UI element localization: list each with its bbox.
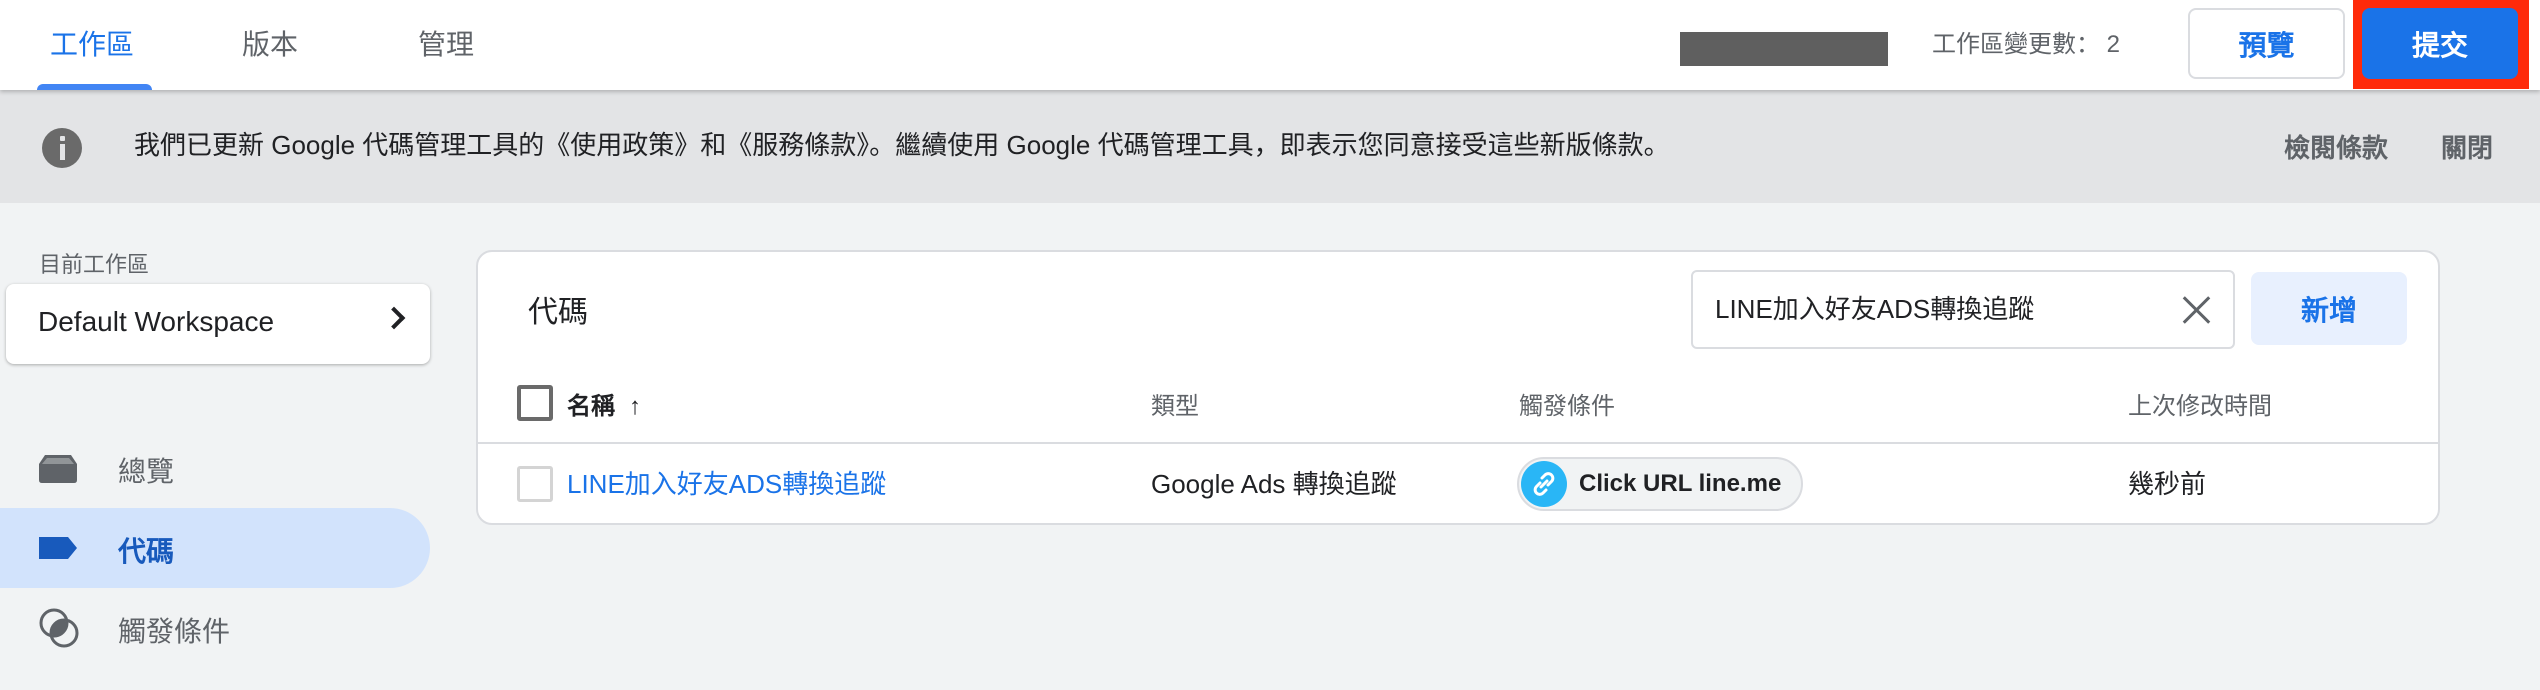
workspace-changes-count: 2 [2106, 31, 2121, 58]
tag-icon [39, 537, 77, 559]
banner-message: 我們已更新 Google 代碼管理工具的《使用政策》和《服務條款》。繼續使用 G… [134, 130, 1670, 160]
sidebar-item-overview[interactable]: 總覽 [0, 428, 430, 508]
trigger-chip-label: Click URL line.me [1579, 470, 1782, 497]
workspace-name: Default Workspace [38, 306, 275, 337]
column-header-name-label: 名稱 [567, 393, 615, 420]
sidebar-item-triggers[interactable]: 觸發條件 [0, 588, 430, 668]
page-title: 代碼 [528, 296, 588, 329]
close-icon[interactable] [2181, 294, 2213, 326]
trigger-chip[interactable]: Click URL line.me [1517, 457, 1803, 511]
tab-versions[interactable]: 版本 [242, 0, 298, 90]
row-checkbox[interactable] [517, 466, 553, 502]
column-header-type[interactable]: 類型 [1151, 387, 1199, 427]
active-tab-indicator [37, 84, 152, 90]
link-icon [1521, 461, 1567, 507]
search-field[interactable] [1691, 270, 2235, 349]
review-terms-link[interactable]: 檢閱條款 [2284, 128, 2388, 168]
tag-name-link[interactable]: LINE加入好友ADS轉換追蹤 [567, 464, 886, 504]
preview-button[interactable]: 預覽 [2188, 8, 2345, 79]
sidebar-item-label: 代碼 [118, 536, 175, 567]
column-header-modified[interactable]: 上次修改時間 [2128, 387, 2272, 427]
workspace-changes-label: 工作區變更數： [1932, 31, 2100, 58]
column-header-name[interactable]: 名稱 ↑ [567, 387, 641, 427]
redacted-block [1680, 32, 1888, 66]
current-workspace-label: 目前工作區 [39, 252, 150, 277]
tag-type: Google Ads 轉換追蹤 [1151, 469, 1397, 499]
tab-workspace[interactable]: 工作區 [50, 0, 134, 90]
trigger-icon [39, 608, 79, 648]
workspace-changes: 工作區變更數： 2 [1932, 25, 2120, 65]
info-icon [42, 128, 82, 168]
header-divider [478, 442, 2438, 444]
sidebar-item-label: 總覽 [118, 456, 175, 487]
close-banner-link[interactable]: 關閉 [2441, 128, 2493, 168]
submit-button[interactable]: 提交 [2362, 8, 2518, 79]
sort-ascending-icon: ↑ [629, 393, 641, 420]
search-input[interactable] [1715, 292, 2155, 323]
sidebar-item-tags[interactable]: 代碼 [0, 508, 430, 588]
last-modified: 幾秒前 [2128, 469, 2207, 499]
tags-card: 代碼 新增 名稱 ↑ 類型 觸發條件 上次修改時間 LINE加入好友ADS轉換追蹤… [476, 250, 2440, 525]
terms-update-banner: 我們已更新 Google 代碼管理工具的《使用政策》和《服務條款》。繼續使用 G… [0, 90, 2540, 203]
sidebar-item-label: 觸發條件 [118, 616, 231, 647]
chevron-right-icon [382, 306, 406, 330]
workspace-selector[interactable]: Default Workspace [6, 284, 430, 364]
overview-icon [39, 455, 77, 483]
tab-admin[interactable]: 管理 [418, 0, 474, 90]
top-bar: 工作區 版本 管理 工作區變更數： 2 預覽 提交 [0, 0, 2540, 90]
select-all-checkbox[interactable] [517, 385, 553, 421]
column-header-trigger[interactable]: 觸發條件 [1519, 387, 1615, 427]
add-tag-button[interactable]: 新增 [2251, 272, 2407, 345]
